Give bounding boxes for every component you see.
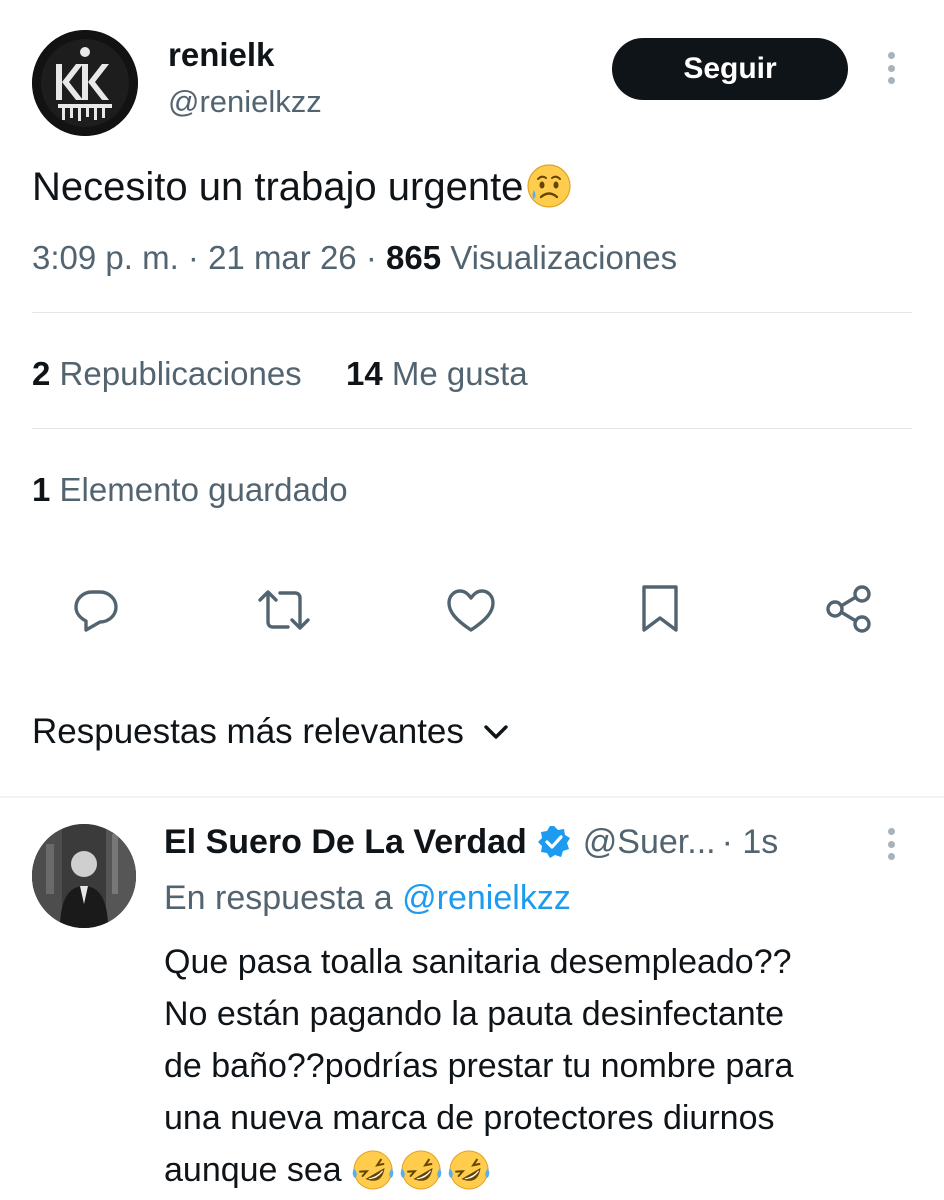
reply-text-line: de baño??podrías prestar tu nombre para (164, 1047, 794, 1085)
stats-row: 2 Republicaciones 14 Me gusta (32, 352, 528, 396)
reply-text: Que pasa toalla sanitaria desempleado?? … (164, 936, 793, 1196)
bookmarks-stat[interactable]: 1 Elemento guardado (32, 468, 348, 512)
reply-more-options-icon[interactable] (886, 828, 896, 860)
reposts-stat[interactable]: 2 Republicaciones (32, 355, 302, 392)
reply-author-avatar[interactable] (32, 824, 136, 928)
follow-button-label: Seguir (683, 52, 777, 85)
person-photo-icon (32, 824, 136, 928)
rolling-on-floor-laughing-icon (400, 1150, 442, 1190)
like-button[interactable] (446, 588, 496, 634)
replies-sort-label: Respuestas más relevantes (32, 712, 464, 751)
reply-header: El Suero De La Verdad @Suer... · 1s (164, 820, 778, 864)
reply-icon (74, 590, 118, 632)
repost-icon (258, 590, 310, 630)
divider (0, 796, 944, 798)
tweet-meta: 3:09 p. m. · 21 mar 26 · 865 Visualizaci… (32, 236, 677, 280)
reposts-label: Republicaciones (50, 355, 302, 392)
likes-count: 14 (346, 355, 383, 392)
likes-stat[interactable]: 14 Me gusta (346, 355, 528, 392)
reply-text-line: una nueva marca de protectores diurnos (164, 1099, 775, 1137)
tweet-text-body: Necesito un trabajo urgente (32, 165, 524, 209)
tweet-timestamp[interactable]: 3:09 p. m. · 21 mar 26 · (32, 239, 386, 276)
replies-sort-dropdown[interactable]: Respuestas más relevantes (32, 710, 510, 754)
bookmarks-count: 1 (32, 471, 51, 508)
bookmark-icon (642, 585, 678, 632)
sad-but-relieved-face-icon (523, 164, 573, 210)
reply-author-handle[interactable]: @Suer... (583, 820, 716, 864)
share-icon (826, 585, 871, 633)
reply-author-name[interactable]: El Suero De La Verdad (164, 820, 527, 864)
reply-button[interactable] (72, 586, 120, 634)
likes-label: Me gusta (382, 355, 528, 392)
divider (32, 428, 912, 429)
tweet-text: Necesito un trabajo urgente (32, 160, 573, 214)
reply-text-line: No están pagando la pauta desinfectante (164, 995, 785, 1033)
verified-badge-icon (537, 826, 570, 858)
reply-text-line: Que pasa toalla sanitaria desempleado?? (164, 943, 792, 981)
chevron-down-icon (484, 725, 508, 739)
author-name[interactable]: renielk (168, 36, 274, 74)
reply-context-handle[interactable]: @renielkzz (402, 879, 571, 917)
reply-context-prefix: En respuesta a (164, 879, 403, 917)
bookmark-button[interactable] (640, 584, 680, 634)
rolling-on-floor-laughing-icon (352, 1150, 394, 1190)
author-avatar[interactable] (32, 30, 138, 136)
divider (32, 312, 912, 313)
like-icon (447, 589, 495, 632)
reply-text-line: aunque sea (164, 1151, 352, 1189)
views-count: 865 (385, 239, 442, 276)
views-label: Visualizaciones (441, 239, 678, 276)
reposts-count: 2 (32, 355, 51, 392)
laughing-emoji-group (351, 1148, 495, 1192)
bookmarks-label: Elemento guardado (50, 471, 348, 508)
reply-timestamp[interactable]: · 1s (722, 820, 779, 864)
follow-button[interactable]: Seguir (612, 38, 848, 100)
kk-logo-icon (32, 30, 138, 136)
more-options-icon[interactable] (886, 52, 896, 84)
share-button[interactable] (824, 584, 874, 634)
rolling-on-floor-laughing-icon (448, 1150, 490, 1190)
reply-context: En respuesta a @renielkzz (164, 876, 571, 920)
repost-button[interactable] (256, 586, 312, 634)
author-handle[interactable]: @renielkzz (168, 84, 322, 120)
